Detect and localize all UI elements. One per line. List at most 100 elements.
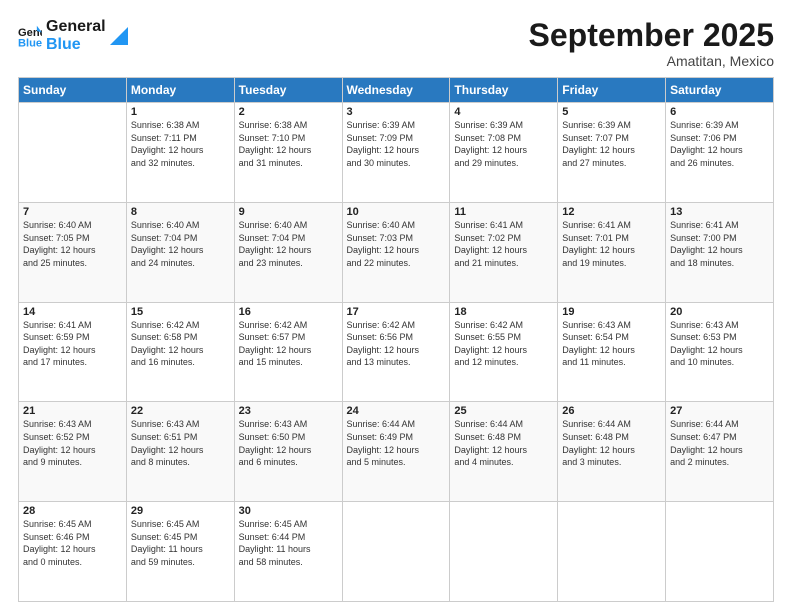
day-number: 29: [131, 505, 230, 517]
day-info: Sunrise: 6:38 AM Sunset: 7:10 PM Dayligh…: [239, 119, 338, 169]
day-cell: 6Sunrise: 6:39 AM Sunset: 7:06 PM Daylig…: [666, 103, 774, 203]
day-number: 2: [239, 106, 338, 118]
day-info: Sunrise: 6:43 AM Sunset: 6:54 PM Dayligh…: [562, 319, 661, 369]
day-number: 9: [239, 206, 338, 218]
calendar-header-row: SundayMondayTuesdayWednesdayThursdayFrid…: [19, 78, 774, 103]
calendar-table: SundayMondayTuesdayWednesdayThursdayFrid…: [18, 77, 774, 602]
day-number: 5: [562, 106, 661, 118]
col-header-tuesday: Tuesday: [234, 78, 342, 103]
logo-triangle-icon: [110, 27, 128, 45]
day-number: 24: [347, 405, 446, 417]
day-info: Sunrise: 6:45 AM Sunset: 6:46 PM Dayligh…: [23, 518, 122, 568]
day-cell: [450, 502, 558, 602]
day-cell: 7Sunrise: 6:40 AM Sunset: 7:05 PM Daylig…: [19, 202, 127, 302]
day-info: Sunrise: 6:42 AM Sunset: 6:56 PM Dayligh…: [347, 319, 446, 369]
day-number: 4: [454, 106, 553, 118]
day-cell: 13Sunrise: 6:41 AM Sunset: 7:00 PM Dayli…: [666, 202, 774, 302]
day-cell: 16Sunrise: 6:42 AM Sunset: 6:57 PM Dayli…: [234, 302, 342, 402]
day-cell: 14Sunrise: 6:41 AM Sunset: 6:59 PM Dayli…: [19, 302, 127, 402]
day-cell: 18Sunrise: 6:42 AM Sunset: 6:55 PM Dayli…: [450, 302, 558, 402]
day-number: 16: [239, 306, 338, 318]
day-cell: 2Sunrise: 6:38 AM Sunset: 7:10 PM Daylig…: [234, 103, 342, 203]
day-info: Sunrise: 6:43 AM Sunset: 6:50 PM Dayligh…: [239, 418, 338, 468]
day-cell: 15Sunrise: 6:42 AM Sunset: 6:58 PM Dayli…: [126, 302, 234, 402]
day-number: 13: [670, 206, 769, 218]
svg-text:Blue: Blue: [18, 37, 42, 48]
day-info: Sunrise: 6:40 AM Sunset: 7:03 PM Dayligh…: [347, 219, 446, 269]
day-cell: 21Sunrise: 6:43 AM Sunset: 6:52 PM Dayli…: [19, 402, 127, 502]
logo-blue: Blue: [46, 36, 106, 54]
day-number: 14: [23, 306, 122, 318]
day-info: Sunrise: 6:40 AM Sunset: 7:05 PM Dayligh…: [23, 219, 122, 269]
day-cell: 17Sunrise: 6:42 AM Sunset: 6:56 PM Dayli…: [342, 302, 450, 402]
title-block: September 2025 Amatitan, Mexico: [529, 18, 774, 69]
col-header-thursday: Thursday: [450, 78, 558, 103]
week-row-2: 14Sunrise: 6:41 AM Sunset: 6:59 PM Dayli…: [19, 302, 774, 402]
day-info: Sunrise: 6:38 AM Sunset: 7:11 PM Dayligh…: [131, 119, 230, 169]
day-info: Sunrise: 6:39 AM Sunset: 7:09 PM Dayligh…: [347, 119, 446, 169]
day-cell: 27Sunrise: 6:44 AM Sunset: 6:47 PM Dayli…: [666, 402, 774, 502]
day-info: Sunrise: 6:44 AM Sunset: 6:47 PM Dayligh…: [670, 418, 769, 468]
day-info: Sunrise: 6:39 AM Sunset: 7:06 PM Dayligh…: [670, 119, 769, 169]
day-info: Sunrise: 6:44 AM Sunset: 6:48 PM Dayligh…: [562, 418, 661, 468]
day-info: Sunrise: 6:41 AM Sunset: 6:59 PM Dayligh…: [23, 319, 122, 369]
day-cell: [666, 502, 774, 602]
day-cell: 10Sunrise: 6:40 AM Sunset: 7:03 PM Dayli…: [342, 202, 450, 302]
day-info: Sunrise: 6:43 AM Sunset: 6:51 PM Dayligh…: [131, 418, 230, 468]
day-number: 12: [562, 206, 661, 218]
day-number: 8: [131, 206, 230, 218]
day-number: 17: [347, 306, 446, 318]
day-cell: 28Sunrise: 6:45 AM Sunset: 6:46 PM Dayli…: [19, 502, 127, 602]
day-cell: 25Sunrise: 6:44 AM Sunset: 6:48 PM Dayli…: [450, 402, 558, 502]
page: General Blue General Blue September 2025…: [0, 0, 792, 612]
day-number: 25: [454, 405, 553, 417]
day-info: Sunrise: 6:40 AM Sunset: 7:04 PM Dayligh…: [131, 219, 230, 269]
day-info: Sunrise: 6:40 AM Sunset: 7:04 PM Dayligh…: [239, 219, 338, 269]
day-cell: 26Sunrise: 6:44 AM Sunset: 6:48 PM Dayli…: [558, 402, 666, 502]
day-number: 30: [239, 505, 338, 517]
day-cell: 24Sunrise: 6:44 AM Sunset: 6:49 PM Dayli…: [342, 402, 450, 502]
day-info: Sunrise: 6:43 AM Sunset: 6:53 PM Dayligh…: [670, 319, 769, 369]
day-cell: 29Sunrise: 6:45 AM Sunset: 6:45 PM Dayli…: [126, 502, 234, 602]
day-cell: 11Sunrise: 6:41 AM Sunset: 7:02 PM Dayli…: [450, 202, 558, 302]
day-cell: 9Sunrise: 6:40 AM Sunset: 7:04 PM Daylig…: [234, 202, 342, 302]
day-cell: 4Sunrise: 6:39 AM Sunset: 7:08 PM Daylig…: [450, 103, 558, 203]
day-number: 3: [347, 106, 446, 118]
day-info: Sunrise: 6:45 AM Sunset: 6:45 PM Dayligh…: [131, 518, 230, 568]
day-cell: 22Sunrise: 6:43 AM Sunset: 6:51 PM Dayli…: [126, 402, 234, 502]
day-info: Sunrise: 6:41 AM Sunset: 7:01 PM Dayligh…: [562, 219, 661, 269]
col-header-sunday: Sunday: [19, 78, 127, 103]
day-cell: [558, 502, 666, 602]
week-row-0: 1Sunrise: 6:38 AM Sunset: 7:11 PM Daylig…: [19, 103, 774, 203]
week-row-1: 7Sunrise: 6:40 AM Sunset: 7:05 PM Daylig…: [19, 202, 774, 302]
day-cell: 5Sunrise: 6:39 AM Sunset: 7:07 PM Daylig…: [558, 103, 666, 203]
week-row-4: 28Sunrise: 6:45 AM Sunset: 6:46 PM Dayli…: [19, 502, 774, 602]
day-cell: [342, 502, 450, 602]
col-header-monday: Monday: [126, 78, 234, 103]
day-info: Sunrise: 6:39 AM Sunset: 7:07 PM Dayligh…: [562, 119, 661, 169]
day-info: Sunrise: 6:42 AM Sunset: 6:57 PM Dayligh…: [239, 319, 338, 369]
day-number: 18: [454, 306, 553, 318]
day-info: Sunrise: 6:44 AM Sunset: 6:48 PM Dayligh…: [454, 418, 553, 468]
day-cell: 20Sunrise: 6:43 AM Sunset: 6:53 PM Dayli…: [666, 302, 774, 402]
day-info: Sunrise: 6:42 AM Sunset: 6:55 PM Dayligh…: [454, 319, 553, 369]
day-info: Sunrise: 6:39 AM Sunset: 7:08 PM Dayligh…: [454, 119, 553, 169]
day-number: 23: [239, 405, 338, 417]
month-title: September 2025: [529, 18, 774, 53]
logo-icon: General Blue: [18, 24, 42, 48]
header: General Blue General Blue September 2025…: [18, 18, 774, 69]
day-cell: 12Sunrise: 6:41 AM Sunset: 7:01 PM Dayli…: [558, 202, 666, 302]
day-number: 19: [562, 306, 661, 318]
day-number: 20: [670, 306, 769, 318]
day-number: 11: [454, 206, 553, 218]
day-cell: 19Sunrise: 6:43 AM Sunset: 6:54 PM Dayli…: [558, 302, 666, 402]
day-cell: 30Sunrise: 6:45 AM Sunset: 6:44 PM Dayli…: [234, 502, 342, 602]
day-cell: 1Sunrise: 6:38 AM Sunset: 7:11 PM Daylig…: [126, 103, 234, 203]
day-cell: 3Sunrise: 6:39 AM Sunset: 7:09 PM Daylig…: [342, 103, 450, 203]
logo: General Blue General Blue: [18, 18, 128, 53]
day-number: 6: [670, 106, 769, 118]
day-number: 7: [23, 206, 122, 218]
day-number: 26: [562, 405, 661, 417]
day-number: 15: [131, 306, 230, 318]
day-number: 28: [23, 505, 122, 517]
